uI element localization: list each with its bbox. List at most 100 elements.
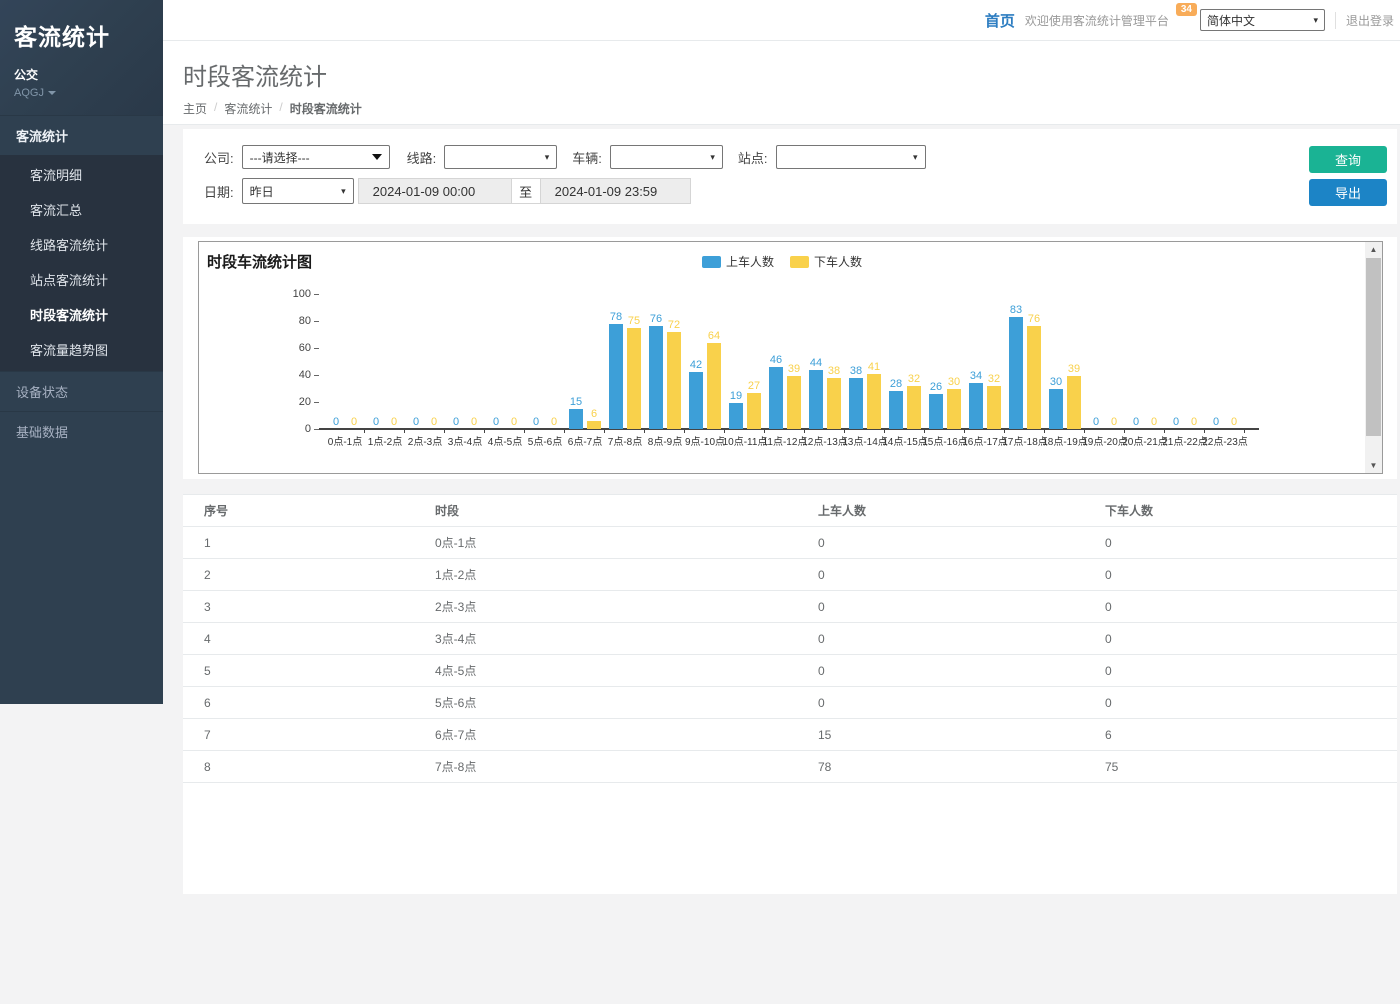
bar xyxy=(569,409,583,429)
bar-group: 384113点-14点 xyxy=(845,294,885,429)
bar-value-label: 0 xyxy=(1173,416,1179,428)
sidebar-item[interactable]: 站点客流统计 xyxy=(0,262,163,297)
chevron-down-icon: ▾ xyxy=(913,152,918,163)
x-tick-mark xyxy=(484,429,485,433)
y-axis-tick: 60 xyxy=(299,342,319,354)
org-name: 公交 xyxy=(14,66,149,83)
x-tick-label: 2点-3点 xyxy=(408,433,442,448)
chevron-down-icon: ▾ xyxy=(710,152,715,163)
language-area: 34 简体中文 ▾ xyxy=(1179,9,1325,31)
bar-column: 76 xyxy=(1027,294,1041,429)
x-tick-label: 17点-18点 xyxy=(1002,433,1048,448)
table-cell: 1 xyxy=(183,527,435,559)
bar-group: 0021点-22点 xyxy=(1165,294,1205,429)
bar-value-label: 46 xyxy=(770,354,782,366)
sidebar-item[interactable]: 客流量趋势图 xyxy=(0,332,163,367)
table-cell: 0 xyxy=(818,559,1105,591)
bar-value-label: 0 xyxy=(511,416,517,428)
sidebar-item[interactable]: 时段客流统计 xyxy=(0,297,163,332)
bar-column: 42 xyxy=(689,294,703,429)
bar-value-label: 38 xyxy=(850,365,862,377)
sidebar-item[interactable]: 客流统计 xyxy=(0,115,163,155)
language-select[interactable]: 简体中文 ▾ xyxy=(1200,9,1325,31)
table-cell: 0 xyxy=(818,687,1105,719)
table-cell: 4点-5点 xyxy=(435,655,818,687)
org-selector[interactable]: AQGJ xyxy=(14,87,149,99)
bar xyxy=(1067,376,1081,429)
date-to-input[interactable]: 2024-01-09 23:59 xyxy=(540,178,691,204)
bar-value-label: 34 xyxy=(970,370,982,382)
table-cell: 7 xyxy=(183,719,435,751)
legend-item[interactable]: 上车人数 xyxy=(702,253,774,270)
bar-value-label: 28 xyxy=(890,378,902,390)
table-row: 54点-5点00 xyxy=(183,655,1397,687)
org-code-label: AQGJ xyxy=(14,87,44,99)
sidebar-item[interactable]: 基础数据 xyxy=(0,411,163,451)
date-preset-select[interactable]: 昨日 ▾ xyxy=(242,178,354,204)
sidebar-item[interactable]: 客流汇总 xyxy=(0,192,163,227)
column-header: 下车人数 xyxy=(1105,495,1397,527)
x-tick-label: 4点-5点 xyxy=(488,433,522,448)
x-tick-mark xyxy=(564,429,565,433)
chevron-down-icon: ▾ xyxy=(341,186,346,197)
y-axis-tick: 20 xyxy=(299,396,319,408)
bar xyxy=(907,386,921,429)
date-label: 日期: xyxy=(204,182,234,201)
export-button[interactable]: 导出 xyxy=(1309,179,1387,206)
bar-column: 34 xyxy=(969,294,983,429)
table-cell: 0点-1点 xyxy=(435,527,818,559)
chart-scrollbar[interactable]: ▲ ▼ xyxy=(1365,242,1382,473)
station-label: 站点: xyxy=(738,148,768,167)
breadcrumb-item[interactable]: 客流统计 xyxy=(224,100,272,117)
legend-label: 上车人数 xyxy=(726,253,774,270)
table-cell: 0 xyxy=(1105,559,1397,591)
bar-column: 0 xyxy=(409,294,423,429)
date-from-input[interactable]: 2024-01-09 00:00 xyxy=(358,178,512,204)
vehicle-select[interactable]: ▾ xyxy=(610,145,723,169)
logout-link[interactable]: 退出登录 xyxy=(1335,12,1394,29)
bar xyxy=(889,391,903,429)
sidebar-item[interactable]: 设备状态 xyxy=(0,371,163,411)
bar-value-label: 0 xyxy=(431,416,437,428)
legend-swatch-icon xyxy=(790,256,809,268)
home-link[interactable]: 首页 xyxy=(985,10,1015,31)
chart-legend: 上车人数下车人数 xyxy=(199,253,1365,270)
breadcrumb-item[interactable]: 主页 xyxy=(183,100,207,117)
scrollbar-thumb[interactable] xyxy=(1366,258,1381,436)
bar-value-label: 78 xyxy=(610,311,622,323)
x-tick-label: 0点-1点 xyxy=(328,433,362,448)
station-select[interactable]: ▾ xyxy=(776,145,926,169)
breadcrumb-separator: / xyxy=(214,100,217,117)
bar-value-label: 44 xyxy=(810,357,822,369)
breadcrumb-separator: / xyxy=(279,100,282,117)
table-cell: 15 xyxy=(818,719,1105,751)
bar-column: 46 xyxy=(769,294,783,429)
bar-group: 78757点-8点 xyxy=(605,294,645,429)
bar-group: 837617点-18点 xyxy=(1005,294,1045,429)
line-select[interactable]: ▾ xyxy=(444,145,557,169)
sidebar-item[interactable]: 线路客流统计 xyxy=(0,227,163,262)
table-cell: 7点-8点 xyxy=(435,751,818,783)
table-cell: 0 xyxy=(1105,623,1397,655)
company-select[interactable]: ---请选择--- xyxy=(242,145,390,169)
bar xyxy=(987,386,1001,429)
legend-item[interactable]: 下车人数 xyxy=(790,253,862,270)
bar-group: 303918点-19点 xyxy=(1045,294,1085,429)
bar-column: 76 xyxy=(649,294,663,429)
scroll-up-icon[interactable]: ▲ xyxy=(1365,242,1382,257)
sidebar-item[interactable]: 客流明细 xyxy=(0,155,163,192)
bar-column: 0 xyxy=(529,294,543,429)
bar xyxy=(609,324,623,429)
bar xyxy=(1027,326,1041,429)
x-tick-label: 14点-15点 xyxy=(882,433,928,448)
query-button[interactable]: 查询 xyxy=(1309,146,1387,173)
breadcrumb: 主页/客流统计/时段客流统计 xyxy=(183,100,1400,117)
table-cell: 6 xyxy=(183,687,435,719)
scroll-down-icon[interactable]: ▼ xyxy=(1365,458,1382,473)
x-tick-mark xyxy=(444,429,445,433)
x-tick-label: 10点-11点 xyxy=(723,433,768,448)
bar-value-label: 0 xyxy=(1093,416,1099,428)
bar-value-label: 39 xyxy=(788,363,800,375)
filter-panel: 公司: ---请选择--- 线路: ▾ 车辆: ▾ 站点: ▾ 日期: xyxy=(183,129,1397,224)
x-tick-label: 20点-21点 xyxy=(1122,433,1168,448)
